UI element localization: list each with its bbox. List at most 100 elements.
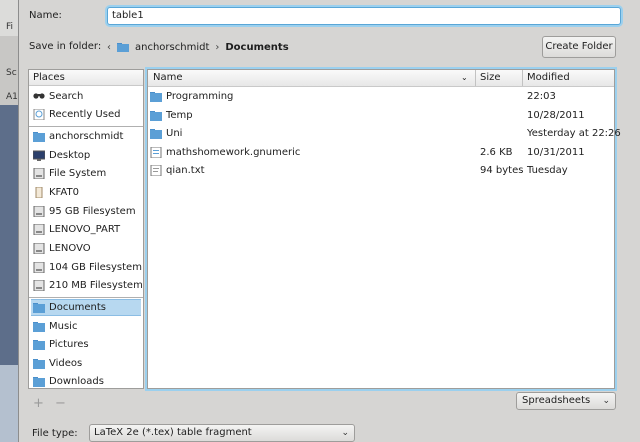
usb-drive-icon [35,187,43,198]
column-header-modified[interactable]: Modified [527,72,570,83]
sidebar-item-recently-used[interactable]: Recently Used [31,106,141,123]
drive-icon [33,224,45,235]
name-label: Name: [29,10,62,21]
sidebar-item-documents[interactable]: Documents [31,299,141,316]
sidebar-divider [29,297,143,298]
drive-icon [33,168,45,179]
breadcrumb-separator-icon: › [215,41,220,53]
folder-icon [33,322,45,332]
chevron-down-icon: ⌄ [602,396,610,406]
table-row[interactable]: Uni Yesterday at 22:26 [148,125,621,143]
column-separator [475,70,476,86]
file-modified: 22:03 [527,91,556,102]
places-sidebar: Places Search Recently Used anchorschmid… [28,69,144,389]
file-modified: Yesterday at 22:26 [527,128,621,139]
table-row[interactable]: Programming 22:03 [148,88,614,106]
breadcrumb-parent[interactable]: anchorschmidt [135,42,209,53]
sidebar-item-label: Documents [49,302,107,313]
drive-icon [33,243,45,254]
home-folder-icon [33,132,45,142]
file-type-label: File type: [32,428,78,439]
breadcrumb: ‹ anchorschmidt › Documents [107,39,289,55]
folder-icon [150,129,162,139]
sidebar-item-label: Search [49,91,84,102]
sidebar-item-kfat0[interactable]: KFAT0 [31,184,141,201]
file-name-input[interactable]: table1 [107,7,621,25]
file-name: mathshomework.gnumeric [166,147,301,158]
folder-icon [33,340,45,350]
folder-icon [33,303,45,313]
sidebar-item-label: Pictures [49,339,89,350]
save-file-dialog: Name: table1 Save in folder: ‹ anchorsch… [18,0,640,442]
desktop-icon [33,150,45,161]
sidebar-item-lenovo[interactable]: LENOVO [31,240,141,257]
sidebar-item-lenovo-part[interactable]: LENOVO_PART [31,221,141,238]
home-folder-icon [117,43,129,52]
table-row[interactable]: qian.txt 94 bytes Tuesday [148,162,614,180]
sidebar-item-label: Desktop [49,150,91,161]
sidebar-divider [29,126,143,127]
sidebar-item-label: 104 GB Filesystem [49,262,142,273]
spreadsheet-file-icon [150,147,162,158]
folder-icon [33,377,45,387]
sidebar-item-music[interactable]: Music [31,318,141,335]
recent-icon [33,109,45,120]
file-size: 94 bytes [480,165,524,176]
sidebar-item-anchorschmidt[interactable]: anchorschmidt [31,128,141,145]
file-modified: Tuesday [527,165,568,176]
folder-icon [150,111,162,121]
sidebar-item-label: 210 MB Filesystem [49,280,143,291]
sidebar-item-104gb-filesystem[interactable]: 104 GB Filesystem [31,259,142,276]
column-header-name[interactable]: Name [153,72,183,83]
table-row[interactable]: mathshomework.gnumeric 2.6 KB 10/31/2011 [148,144,614,162]
remove-bookmark-button[interactable]: − [55,396,66,411]
sidebar-item-videos[interactable]: Videos [31,355,141,372]
file-size: 2.6 KB [480,147,513,158]
sidebar-item-file-system[interactable]: File System [31,165,141,182]
background-toolbar-fragment: Sc [6,68,17,78]
sort-chevron-icon[interactable]: ⌄ [461,73,468,82]
sidebar-item-label: Videos [49,358,83,369]
file-list-header: Name ⌄ Size Modified [148,70,614,87]
sidebar-item-label: anchorschmidt [49,131,124,142]
search-icon [33,93,45,99]
file-type-value: LaTeX 2e (*.tex) table fragment [94,427,252,438]
file-filter-value: Spreadsheets [522,395,591,406]
sidebar-item-desktop[interactable]: Desktop [31,147,141,164]
background-cell-fragment: A1 [6,92,18,102]
sidebar-item-search[interactable]: Search [31,88,141,105]
folder-icon [33,359,45,369]
text-file-icon [150,165,162,176]
save-in-folder-label: Save in folder: [29,41,102,52]
table-row[interactable]: Temp 10/28/2011 [148,107,614,125]
chevron-down-icon: ⌄ [341,428,349,438]
file-modified: 10/31/2011 [527,147,585,158]
drive-icon [33,280,45,291]
sidebar-item-label: File System [49,168,107,179]
column-separator [522,70,523,86]
file-type-dropdown[interactable]: LaTeX 2e (*.tex) table fragment ⌄ [89,424,355,442]
folder-icon [150,92,162,102]
sidebar-item-label: KFAT0 [49,187,79,198]
sidebar-item-95gb-filesystem[interactable]: 95 GB Filesystem [31,203,141,220]
file-name: qian.txt [166,165,205,176]
file-name: Temp [166,110,193,121]
sidebar-item-label: LENOVO [49,243,91,254]
sidebar-item-downloads[interactable]: Downloads [31,373,141,390]
places-header[interactable]: Places [29,70,143,86]
column-header-size[interactable]: Size [480,72,501,83]
breadcrumb-back-arrow-icon[interactable]: ‹ [107,42,111,53]
file-name: Programming [166,91,234,102]
sidebar-item-210mb-filesystem[interactable]: 210 MB Filesystem [31,277,143,294]
create-folder-button[interactable]: Create Folder [542,36,616,58]
sidebar-item-pictures[interactable]: Pictures [31,336,141,353]
add-bookmark-button[interactable]: + [33,396,44,411]
file-name: Uni [166,128,183,139]
file-list: Name ⌄ Size Modified Programming 22:03 T… [147,69,621,389]
sidebar-item-label: 95 GB Filesystem [49,206,136,217]
sidebar-item-label: Downloads [49,376,104,387]
file-filter-dropdown[interactable]: Spreadsheets ⌄ [516,392,616,410]
sidebar-item-label: Recently Used [49,109,121,120]
breadcrumb-current[interactable]: Documents [225,42,288,53]
drive-icon [33,262,45,273]
